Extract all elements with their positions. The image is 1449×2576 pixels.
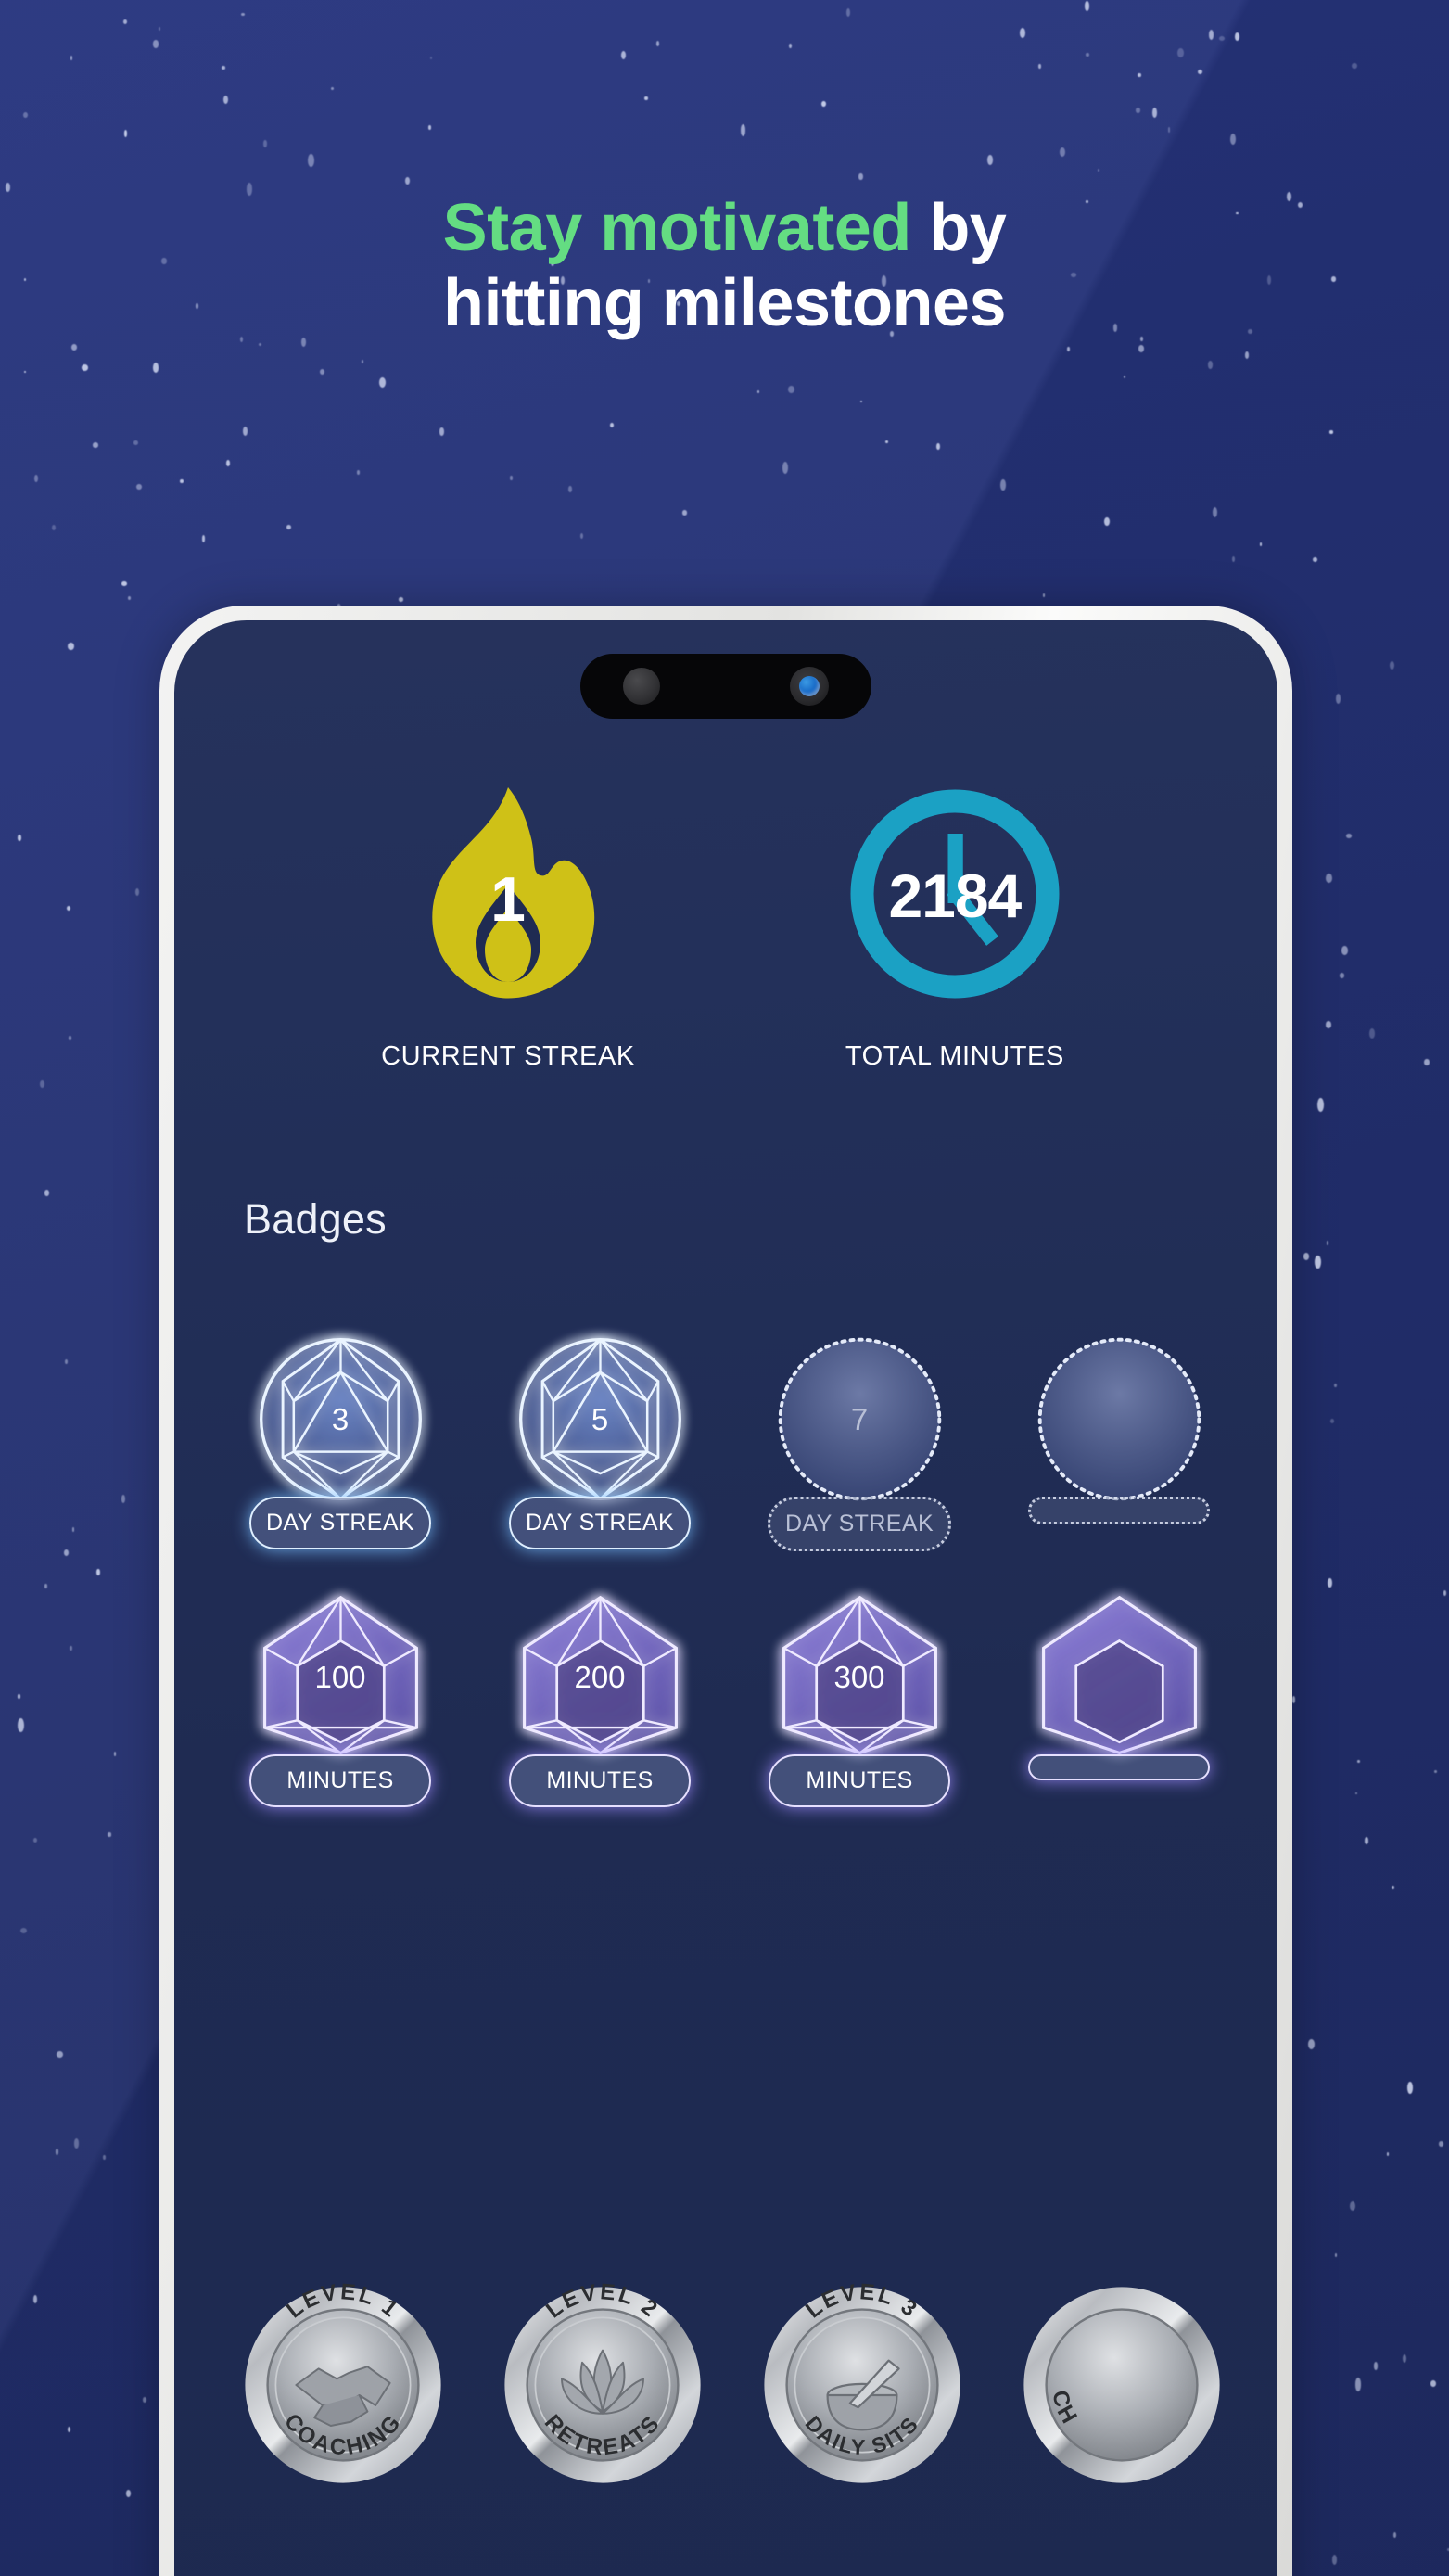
gem-icon: 200: [510, 1587, 691, 1767]
polyhedron-sphere-icon: 5: [510, 1329, 691, 1510]
stat-value: 2184: [888, 861, 1022, 930]
front-camera-icon: [790, 667, 829, 706]
gem-icon: [1029, 1587, 1210, 1767]
badge-minutes-partial[interactable]: [1022, 1587, 1216, 1807]
badge-day-streak-partial[interactable]: [1022, 1329, 1216, 1551]
badge-minutes-100[interactable]: 100 MINUTES: [243, 1587, 438, 1807]
badge-label: DAY STREAK: [767, 1497, 952, 1551]
medals-row: LEVEL 1 COACHING LEVEL 2 RETREATS LEVEL …: [241, 2283, 1277, 2487]
proximity-sensor-icon: [623, 668, 660, 705]
badge-row-minutes: 100 MINUTES 200 MINUTES 300 MINUTES: [243, 1587, 1277, 1807]
medal-level-3-daily-sits[interactable]: LEVEL 3 DAILY SITS: [760, 2283, 964, 2487]
stat-label: CURRENT STREAK: [381, 1041, 635, 1071]
phone-screen: 1 CURRENT STREAK 2184 TOTAL MINUTES Badg…: [174, 620, 1277, 2576]
badge-value: 100: [314, 1659, 366, 1694]
gem-icon: 100: [250, 1587, 431, 1767]
badge-label: DAY STREAK: [508, 1497, 692, 1549]
dynamic-island: [580, 654, 871, 719]
stat-current-streak[interactable]: 1 CURRENT STREAK: [381, 778, 635, 1072]
headline-line-1: Stay motivated by: [0, 191, 1449, 266]
badge-label: [1028, 1754, 1210, 1780]
badge-day-streak-5[interactable]: 5 DAY STREAK: [502, 1329, 697, 1551]
phone-mockup: 1 CURRENT STREAK 2184 TOTAL MINUTES Badg…: [159, 606, 1292, 2576]
badge-value: 5: [591, 1401, 609, 1436]
headline-accent: Stay motivated: [442, 191, 912, 265]
page-title: Stay motivated by hitting milestones: [0, 191, 1449, 342]
medal-level-1-coaching[interactable]: LEVEL 1 COACHING: [241, 2283, 445, 2487]
clock-icon: 2184: [839, 778, 1071, 1010]
polyhedron-sphere-icon: 3: [250, 1329, 431, 1510]
headline-rest: by: [910, 191, 1007, 265]
stat-label: TOTAL MINUTES: [845, 1041, 1064, 1071]
badges-heading: Badges: [244, 1195, 387, 1243]
promo-screenshot: Stay motivated by hitting milestones 1 C…: [0, 0, 1449, 2576]
locked-badge-circle-icon: 7: [769, 1329, 950, 1510]
badge-day-streak-3[interactable]: 3 DAY STREAK: [243, 1329, 438, 1551]
gem-icon: 300: [769, 1587, 950, 1767]
locked-badge-circle-icon: [1029, 1329, 1210, 1510]
badge-minutes-200[interactable]: 200 MINUTES: [502, 1587, 697, 1807]
badge-value: 3: [331, 1401, 350, 1436]
badge-minutes-300[interactable]: 300 MINUTES: [762, 1587, 957, 1807]
badge-label: MINUTES: [249, 1754, 431, 1807]
stats-row: 1 CURRENT STREAK 2184 TOTAL MINUTES: [174, 778, 1277, 1072]
badge-day-streak-7-locked[interactable]: 7 DAY STREAK: [762, 1329, 957, 1551]
badge-label: MINUTES: [509, 1754, 691, 1807]
medal-level-2-retreats[interactable]: LEVEL 2 RETREATS: [501, 2283, 705, 2487]
badge-value: 200: [574, 1659, 626, 1694]
stat-total-minutes[interactable]: 2184 TOTAL MINUTES: [839, 778, 1071, 1072]
badge-label: MINUTES: [769, 1754, 950, 1807]
badge-label: [1028, 1497, 1210, 1524]
badge-label: DAY STREAK: [248, 1497, 432, 1549]
badges-grid: 3 DAY STREAK 5 DAY STREAK 7 DAY STREAK 1…: [243, 1329, 1277, 1843]
badge-row-day-streak: 3 DAY STREAK 5 DAY STREAK 7 DAY STREAK: [243, 1329, 1277, 1551]
stat-value: 1: [490, 864, 526, 935]
badge-value: 7: [850, 1401, 869, 1436]
headline-line-2: hitting milestones: [442, 266, 1007, 341]
badge-value: 300: [833, 1659, 885, 1694]
medal-partial[interactable]: CH: [1020, 2283, 1224, 2487]
flame-icon: 1: [392, 778, 624, 1010]
